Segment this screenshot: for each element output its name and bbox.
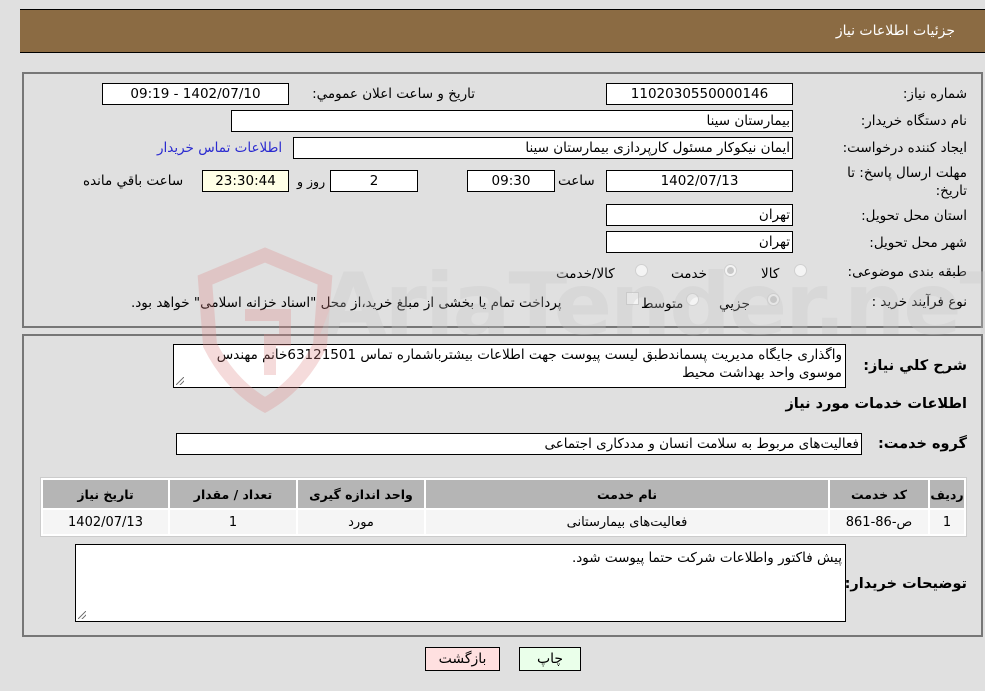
col-service-code: کد خدمت [830,480,928,508]
category-option-goods-service: کالا/خدمت [556,266,615,282]
deadline-label-line2: تاریخ: [935,183,967,199]
services-table: ردیف کد خدمت نام خدمت واحد اندازه گیری ت… [40,477,967,537]
deadline-label-line1: مهلت ارسال پاسخ: تا [847,165,967,181]
announce-datetime-label: تاریخ و ساعت اعلان عمومي: [312,86,475,102]
payment-note: پرداخت تمام یا بخشی از مبلغ خرید،از محل … [131,295,562,311]
col-service-name: نام خدمت [426,480,828,508]
remaining-time-field: 23:30:44 [202,170,289,192]
category-radio-goods[interactable] [794,264,807,277]
city-label: شهر محل تحویل: [869,235,967,251]
need-number-label: شماره نیاز: [902,86,967,102]
category-label: طبقه بندی موضوعی: [847,264,967,280]
category-radio-service[interactable] [724,264,737,277]
services-section-title: اطلاعات خدمات مورد نیاز [785,396,967,412]
service-group-field: فعالیت‌های مربوط به سلامت انسان و مددکار… [176,433,862,455]
service-group-label: گروه خدمت: [877,436,967,452]
process-option-medium: متوسط [641,296,684,312]
print-button[interactable]: چاپ [519,647,581,671]
buyer-contact-link[interactable]: اطلاعات تماس خریدار [157,140,282,156]
requester-label: ایجاد کننده درخواست: [842,140,967,156]
table-row: 1 ص-86-861 فعالیت‌های بیمارستانی مورد 1 … [43,510,964,534]
process-type-label: نوع فرآیند خرید : [871,294,967,310]
process-option-minor: جزيي [719,296,750,312]
cell-unit: مورد [298,510,424,534]
days-field: 2 [330,170,418,192]
announce-datetime-field: 1402/07/10 - 09:19 [102,83,289,105]
province-label: استان محل تحویل: [861,208,967,224]
process-radio-minor[interactable] [767,293,780,306]
col-quantity: تعداد / مقدار [170,480,296,508]
col-row-number: ردیف [930,480,964,508]
resize-grip-icon[interactable] [176,377,184,385]
cell-quantity: 1 [170,510,296,534]
buyer-notes-textarea[interactable]: پیش فاکتور واطلاعات شرکت حتما پیوست شود. [75,544,846,622]
payment-checkbox[interactable] [626,292,639,305]
need-number-field: 1102030550000146 [606,83,793,105]
buyer-notes-text: پیش فاکتور واطلاعات شرکت حتما پیوست شود. [571,550,842,566]
col-need-date: تاریخ نیاز [43,480,168,508]
page-header: جزئیات اطلاعات نیاز [20,9,985,53]
requester-field: ایمان نیکوکار مسئول کارپردازی بیمارستان … [293,137,793,159]
cell-row-number: 1 [930,510,964,534]
cell-service-name: فعالیت‌های بیمارستانی [426,510,828,534]
deadline-time-label: ساعت [558,173,595,189]
cell-service-code: ص-86-861 [830,510,928,534]
resize-grip-icon[interactable] [78,611,86,619]
buyer-org-label: نام دستگاه خریدار: [860,113,967,129]
category-radio-goods-service[interactable] [635,264,648,277]
deadline-date-field: 1402/07/13 [606,170,793,192]
back-button[interactable]: بازگشت [425,647,500,671]
category-option-goods: کالا [761,266,780,282]
category-option-service: خدمت [671,266,707,282]
city-field: تهران [606,231,793,253]
process-radio-medium[interactable] [686,293,699,306]
buyer-org-field: بیمارستان سینا [231,110,793,132]
cell-need-date: 1402/07/13 [43,510,168,534]
deadline-time-field: 09:30 [467,170,555,192]
table-header-row: ردیف کد خدمت نام خدمت واحد اندازه گیری ت… [43,480,964,508]
description-label: شرح کلي نیاز: [863,358,967,374]
page-title: جزئیات اطلاعات نیاز [835,23,955,39]
province-field: تهران [606,204,793,226]
description-textarea[interactable]: واگذاری جایگاه مدیریت پسماندطبق لیست پیو… [173,344,846,388]
buyer-notes-label: توضیحات خریدار: [844,576,967,592]
remaining-label: ساعت باقي مانده [83,173,184,189]
description-text: واگذاری جایگاه مدیریت پسماندطبق لیست پیو… [216,347,842,381]
col-unit: واحد اندازه گیری [298,480,424,508]
days-label: روز و [297,174,326,189]
